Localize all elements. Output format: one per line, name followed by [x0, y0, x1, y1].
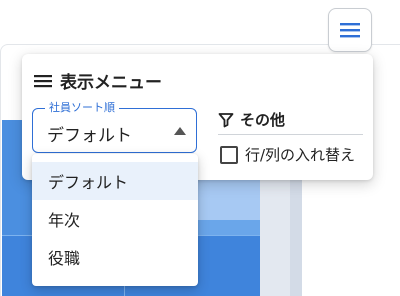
hamburger-icon	[34, 74, 52, 87]
panel-title: 表示メニュー	[34, 68, 162, 93]
heatmap-cell	[290, 180, 302, 296]
sort-order-select[interactable]: 社員ソート順 デフォルト	[32, 100, 197, 153]
sort-order-value: デフォルト	[47, 126, 132, 146]
filter-icon	[218, 112, 234, 127]
swap-rows-columns-option[interactable]: 行/列の入れ替え	[220, 144, 355, 165]
swap-rows-columns-checkbox[interactable]	[220, 145, 238, 164]
other-section-header: その他	[218, 109, 363, 135]
chevron-up-icon	[174, 127, 186, 135]
swap-rows-columns-label: 行/列の入れ替え	[245, 146, 356, 164]
dropdown-option[interactable]: デフォルト	[32, 162, 198, 200]
dropdown-option[interactable]: 年次	[32, 200, 198, 238]
other-section-label: その他	[240, 111, 286, 129]
sort-order-label: 社員ソート順	[45, 100, 119, 116]
menu-toggle-button[interactable]	[328, 8, 372, 52]
panel-title-text: 表示メニュー	[60, 73, 162, 93]
hamburger-icon	[340, 23, 360, 38]
sort-order-dropdown: デフォルト 年次 役職	[32, 154, 198, 286]
dropdown-option[interactable]: 役職	[32, 238, 198, 276]
